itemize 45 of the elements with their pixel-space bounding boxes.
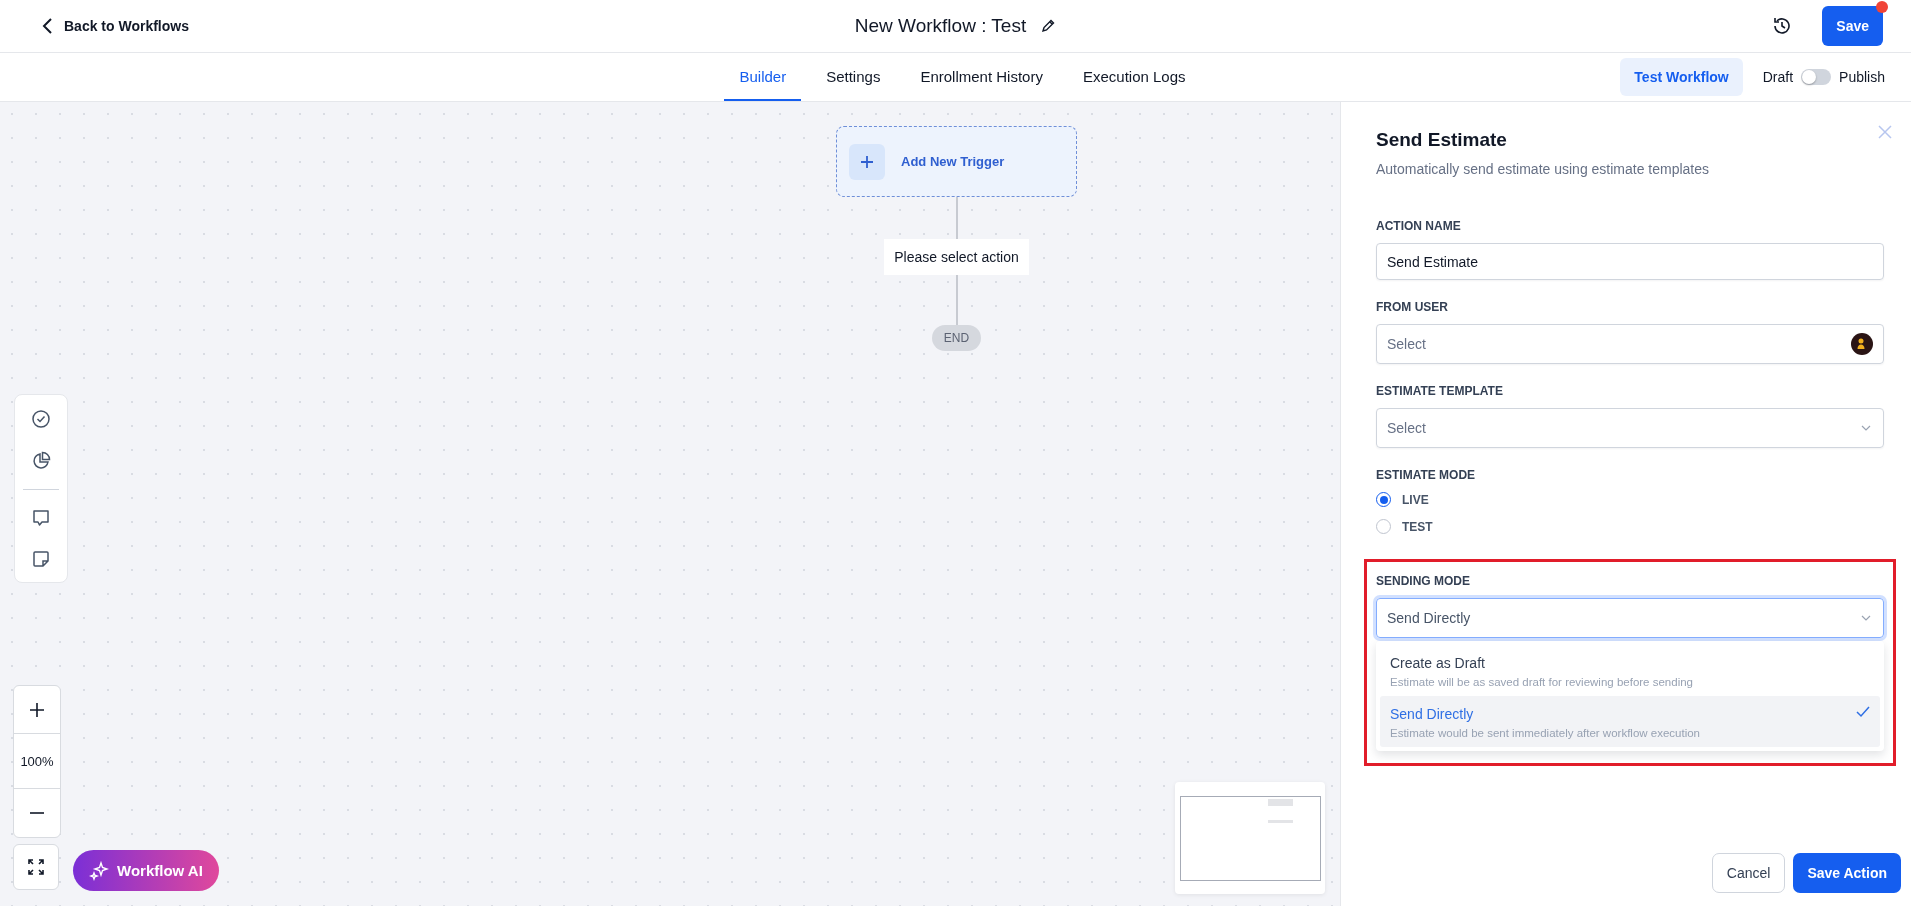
field-label: ESTIMATE TEMPLATE	[1376, 384, 1504, 398]
save-action-button[interactable]: Save Action	[1793, 853, 1901, 893]
field-label: FROM USER	[1376, 300, 1449, 314]
back-link[interactable]: Back to Workflows	[38, 14, 193, 38]
check-circle-icon[interactable]	[31, 409, 51, 429]
publish-label: Publish	[1839, 69, 1885, 85]
dropdown-option[interactable]: Create as Draft Estimate will be as saved draft for reviewing before sending	[1380, 645, 1880, 696]
action-name-field[interactable]: Send Estimate	[1376, 243, 1884, 280]
test-workflow-button[interactable]: Test Workflow	[1620, 58, 1743, 96]
sending-mode-select[interactable]: Send Directly	[1376, 598, 1884, 638]
sticky-note-icon[interactable]	[32, 550, 50, 568]
template-select-field[interactable]: Select	[1376, 408, 1884, 448]
end-node: END	[931, 325, 982, 351]
pie-chart-icon[interactable]	[31, 451, 51, 471]
workflow-ai-button[interactable]: Workflow AI	[73, 850, 219, 891]
fit-view-icon[interactable]	[13, 844, 59, 890]
tab[interactable]: Enrollment History	[905, 53, 1058, 101]
draft-label: Draft	[1762, 69, 1794, 85]
action-node[interactable]: Please select action	[884, 239, 1029, 275]
tab[interactable]: Settings	[811, 53, 896, 101]
field-label: ACTION NAME	[1376, 219, 1462, 233]
history-icon[interactable]	[1772, 16, 1793, 36]
minus-icon	[29, 811, 45, 815]
check-icon	[1856, 706, 1870, 718]
radio-option[interactable]: TEST	[1376, 519, 1433, 534]
field-label: ESTIMATE MODE	[1376, 468, 1477, 482]
plus-icon	[29, 701, 45, 718]
dropdown-option[interactable]: Send Directly Estimate would be sent immediately after workflow execution	[1380, 696, 1880, 747]
pencil-icon[interactable]	[1040, 18, 1057, 34]
panel-subtitle: Automatically send estimate using estimate templates	[1376, 161, 1711, 177]
cancel-button[interactable]: Cancel	[1711, 853, 1786, 893]
publish-toggle[interactable]	[1801, 69, 1832, 85]
user-avatar-icon	[1851, 333, 1873, 355]
tab[interactable]: Execution Logs	[1067, 53, 1201, 101]
comment-icon[interactable]	[31, 508, 51, 528]
user-select-field[interactable]: Select	[1376, 324, 1884, 364]
panel-title: Send Estimate	[1376, 129, 1507, 151]
field-label: SENDING MODE	[1376, 574, 1471, 588]
workflow-title: New Workflow : Test	[854, 15, 1027, 37]
add-trigger-node[interactable]: Add New Trigger	[836, 126, 1077, 197]
radio-option[interactable]: LIVE	[1376, 492, 1429, 507]
sparkle-icon	[89, 860, 109, 881]
save-button[interactable]: Save	[1822, 6, 1883, 46]
plus-icon	[860, 154, 874, 169]
zoom-level: 100%	[14, 734, 60, 789]
